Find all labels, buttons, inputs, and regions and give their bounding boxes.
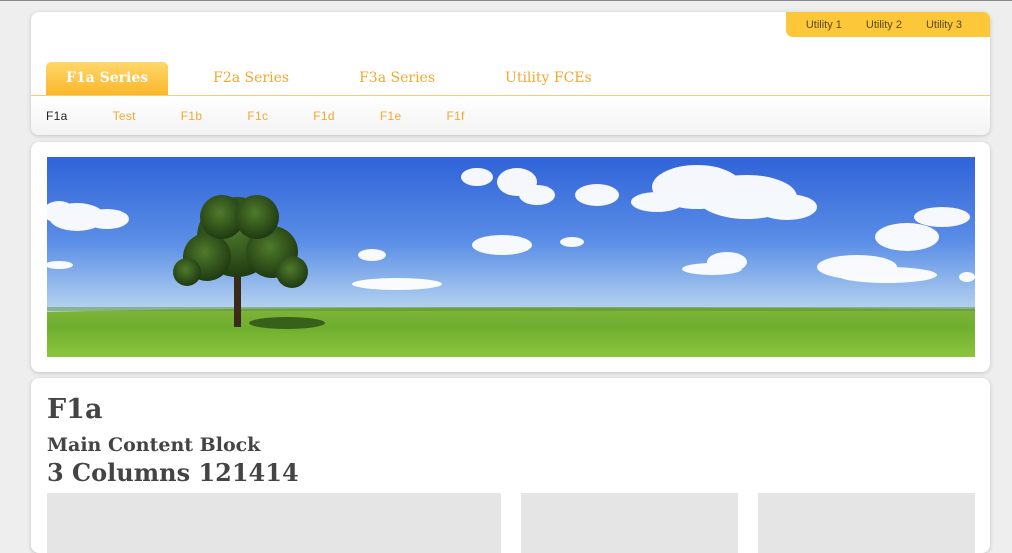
- subnav-item-f1f[interactable]: F1f: [446, 109, 464, 123]
- tab-f2a-series[interactable]: F2a Series: [193, 62, 309, 95]
- columns-heading: 3 Columns 121414: [47, 458, 299, 487]
- browser-top-border: [0, 0, 1012, 1]
- utility-nav: Utility 1 Utility 2 Utility 3: [785, 12, 990, 37]
- subnav-item-f1e[interactable]: F1e: [380, 109, 402, 123]
- sub-nav: F1a Test F1b F1c F1d F1e F1f: [31, 96, 990, 135]
- subnav-item-f1d[interactable]: F1d: [313, 109, 335, 123]
- utility-link-1[interactable]: Utility 1: [792, 19, 854, 31]
- subnav-item-test[interactable]: Test: [113, 109, 136, 123]
- banner-image: [47, 157, 975, 357]
- header-panel: Utility 1 Utility 2 Utility 3 F1a Series…: [31, 12, 990, 135]
- primary-nav: F1a Series F2a Series F3a Series Utility…: [46, 62, 642, 95]
- column-3-placeholder: [758, 493, 975, 553]
- column-1-placeholder: [47, 493, 501, 553]
- banner-panel: [31, 142, 990, 372]
- tab-f3a-series[interactable]: F3a Series: [339, 62, 455, 95]
- utility-link-3[interactable]: Utility 3: [914, 19, 974, 31]
- subnav-item-f1a[interactable]: F1a: [46, 109, 68, 123]
- utility-link-2[interactable]: Utility 2: [854, 19, 914, 31]
- main-content-panel: F1a Main Content Block 3 Columns 121414: [31, 378, 990, 553]
- tab-utility-fces[interactable]: Utility FCEs: [485, 62, 612, 95]
- tab-f1a-series[interactable]: F1a Series: [46, 62, 169, 95]
- page-title: F1a: [47, 394, 103, 425]
- subnav-item-f1b[interactable]: F1b: [181, 109, 203, 123]
- section-subtitle: Main Content Block: [47, 434, 261, 456]
- column-2-placeholder: [521, 493, 738, 553]
- subnav-item-f1c[interactable]: F1c: [247, 109, 268, 123]
